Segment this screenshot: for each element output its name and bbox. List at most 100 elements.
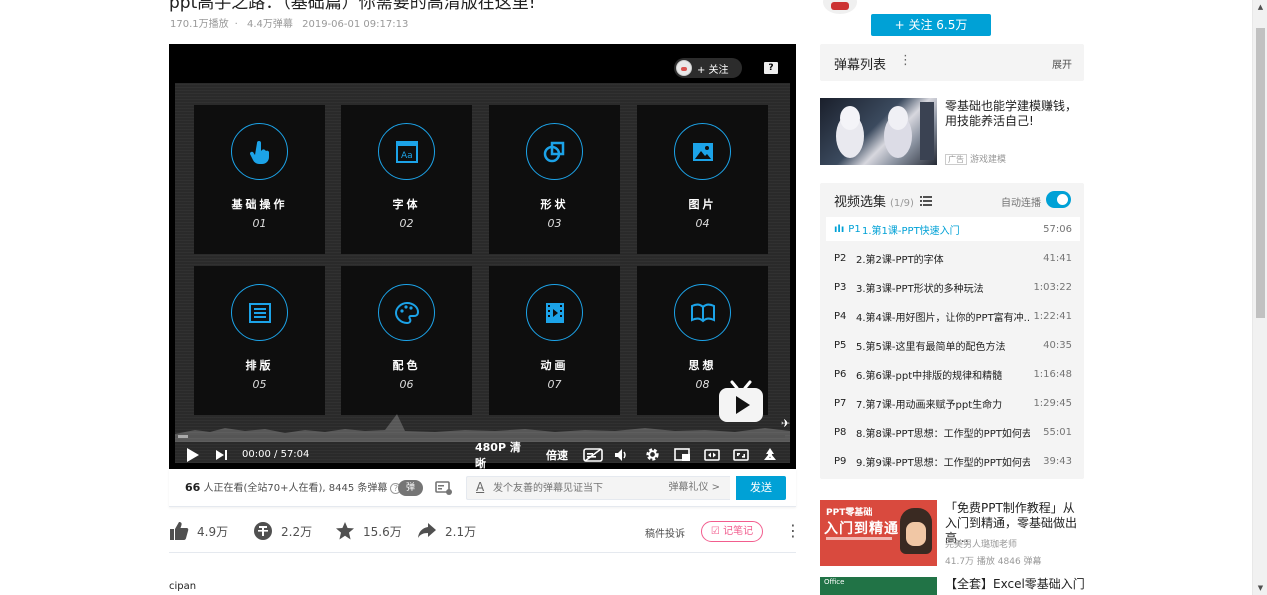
- player-help-icon[interactable]: ?: [764, 62, 778, 74]
- recommended-thumbnail-2[interactable]: Office: [820, 577, 937, 595]
- episode-item-p8[interactable]: P8 8.第8课-PPT思想：工作型的PPT如何去... 55:01: [826, 418, 1080, 447]
- danmaku-etiquette-link[interactable]: 弹幕礼仪 >: [668, 477, 720, 499]
- tile-label: 排版: [245, 359, 274, 372]
- episode-item-p6[interactable]: P6 6.第6课-ppt中排版的规律和精髓 1:16:48: [826, 360, 1080, 389]
- tile-animation: 动画 07: [489, 266, 620, 415]
- font-style-icon[interactable]: A: [476, 480, 484, 494]
- quality-selector[interactable]: 480P 清晰: [475, 440, 531, 470]
- more-options-icon[interactable]: ⋮: [785, 521, 801, 541]
- ad-thumbnail[interactable]: [820, 98, 937, 165]
- presenter-portrait: [900, 508, 932, 554]
- tile-number: 02: [399, 217, 414, 230]
- danmaku-off-icon[interactable]: [582, 440, 604, 469]
- tile-basic-ops: 基础操作 01: [194, 105, 325, 254]
- danmaku-list-panel[interactable]: 弹幕列表 ⋮ 展开: [820, 44, 1084, 81]
- send-danmaku-button[interactable]: 发送: [736, 476, 786, 500]
- tile-label: 配色: [392, 359, 421, 372]
- book-icon: [674, 284, 731, 341]
- danmaku-list-menu-icon[interactable]: ⋮: [899, 53, 912, 68]
- video-actions: 4.9万 2.2万 15.6万 2.1万 稿件投诉 ☑ 记笔记 ⋮: [169, 515, 801, 553]
- episode-item-p7[interactable]: P7 7.第7课-用动画来赋予ppt生命力 1:29:45: [826, 389, 1080, 418]
- ad-tag: 广告 游戏建模: [945, 152, 1006, 165]
- progress-played: [178, 435, 188, 438]
- play-icon[interactable]: [185, 440, 201, 469]
- player-controls: 00:00 / 57:04 480P 清晰 倍速: [169, 440, 796, 469]
- danmaku-settings-icon[interactable]: [435, 480, 453, 496]
- page-scrollbar[interactable]: ▲ ▼: [1252, 0, 1267, 595]
- coin-button[interactable]: 2.2万: [253, 519, 312, 543]
- svg-text:Aa: Aa: [401, 151, 413, 161]
- note-edit-icon: ☑: [710, 526, 724, 537]
- tile-number: 03: [547, 217, 562, 230]
- like-count: 4.9万: [197, 524, 229, 539]
- danmaku-input[interactable]: [493, 480, 663, 496]
- favorite-button[interactable]: 15.6万: [335, 519, 402, 543]
- thumb-up-icon: [170, 522, 189, 540]
- tile-color: 配色 06: [341, 266, 472, 415]
- list-view-icon[interactable]: [919, 195, 932, 210]
- tile-label: 形状: [540, 198, 569, 211]
- tile-font: Aa 字体 02: [341, 105, 472, 254]
- tile-label: 图片: [688, 198, 717, 211]
- pin-icon[interactable]: ✈: [781, 417, 790, 430]
- pip-icon[interactable]: [673, 440, 691, 469]
- star-icon: [336, 522, 354, 540]
- like-button[interactable]: 4.9万: [169, 519, 228, 543]
- recommended-stats-1: 41.7万 播放 4846 弹幕: [945, 557, 1042, 567]
- time-display: 00:00 / 57:04: [242, 449, 310, 460]
- danmaku-list-expand[interactable]: 展开: [1052, 56, 1072, 71]
- episode-item-p4[interactable]: P4 4.第4课-用好图片，让你的PPT富有冲... 1:22:41: [826, 302, 1080, 331]
- share-button[interactable]: 2.1万: [417, 519, 476, 543]
- episode-item-p2[interactable]: P2 2.第2课-PPT的字体 41:41: [826, 244, 1080, 273]
- wide-mode-icon[interactable]: [703, 440, 721, 469]
- report-link[interactable]: 稿件投诉: [645, 525, 685, 540]
- publish-date: 2019-06-01 09:17:13: [302, 19, 409, 30]
- player-follow-label: + 关注: [697, 64, 729, 76]
- scroll-up-arrow-icon[interactable]: ▲: [1253, 0, 1267, 14]
- recommended-title-2[interactable]: 【全套】Excel零基础入门: [945, 577, 1085, 592]
- scrollbar-thumb[interactable]: [1256, 28, 1265, 318]
- ad-badge: 广告: [945, 154, 967, 165]
- next-icon[interactable]: [216, 440, 228, 469]
- tile-label: 基础操作: [231, 198, 288, 211]
- up-avatar: [676, 60, 692, 76]
- settings-gear-icon[interactable]: [643, 440, 661, 469]
- playing-bars-icon: ılı: [834, 223, 845, 235]
- tile-number: 05: [252, 378, 267, 391]
- recommended-thumbnail-1[interactable]: PPT零基础 入门到精通: [820, 500, 937, 566]
- coin-icon: [254, 522, 272, 540]
- tile-number: 07: [547, 378, 562, 391]
- volume-icon[interactable]: [614, 440, 630, 469]
- episode-item-p1[interactable]: ılı P1 1.第1课-PPT快速入门 57:06: [826, 217, 1080, 241]
- episode-item-p5[interactable]: P5 5.第5课-这里有最简单的配色方法 40:35: [826, 331, 1080, 360]
- ad-source: 游戏建模: [970, 155, 1007, 165]
- speed-selector[interactable]: 倍速: [544, 440, 570, 469]
- video-player[interactable]: + 关注 ? 基础操作 01 Aa 字体 02 形状 03 图片 04 排版 0…: [169, 44, 796, 469]
- autoplay-switch[interactable]: [1046, 191, 1071, 208]
- film-icon: [526, 284, 583, 341]
- episode-items: ılı P1 1.第1课-PPT快速入门 57:06 P2 2.第2课-PPT的字…: [826, 217, 1080, 476]
- danmaku-list-title: 弹幕列表: [834, 58, 887, 73]
- share-arrow-icon: [418, 523, 436, 538]
- bilibili-play-icon[interactable]: [718, 380, 764, 424]
- episode-item-p3[interactable]: P3 3.第3课-PPT形状的多种玩法 1:03:22: [826, 273, 1080, 302]
- take-note-button[interactable]: ☑ 记笔记: [701, 521, 763, 542]
- recommended-uploader-1[interactable]: 完美男人璐珈老师: [945, 537, 1017, 550]
- web-fullscreen-icon[interactable]: [732, 440, 750, 469]
- uploader-avatar[interactable]: [823, 0, 857, 14]
- follow-uploader-button[interactable]: + 关注 6.5万: [871, 14, 991, 36]
- danmaku-toggle[interactable]: 弹: [398, 480, 423, 496]
- palette-icon: [378, 284, 435, 341]
- scroll-down-arrow-icon[interactable]: ▼: [1253, 581, 1267, 595]
- fullscreen-icon[interactable]: [761, 440, 779, 469]
- episode-item-p9[interactable]: P9 9.第9课-PPT思想：工作型的PPT如何去... 39:43: [826, 447, 1080, 476]
- video-page: ppt高手之路：（基础篇）你需要的高清版在这里! 170.1万播放 · 4.4万弹…: [0, 0, 1267, 595]
- time-total: 57:04: [280, 449, 310, 460]
- tile-label: 动画: [540, 359, 569, 372]
- shapes-icon: [526, 123, 583, 180]
- ad-title[interactable]: 零基础也能学建模赚钱，用技能养活自己!: [945, 99, 1085, 129]
- player-up-follow-button[interactable]: + 关注: [674, 58, 742, 78]
- tile-layout: 排版 05: [194, 266, 325, 415]
- tile-label: 字体: [392, 198, 421, 211]
- layout-icon: [231, 284, 288, 341]
